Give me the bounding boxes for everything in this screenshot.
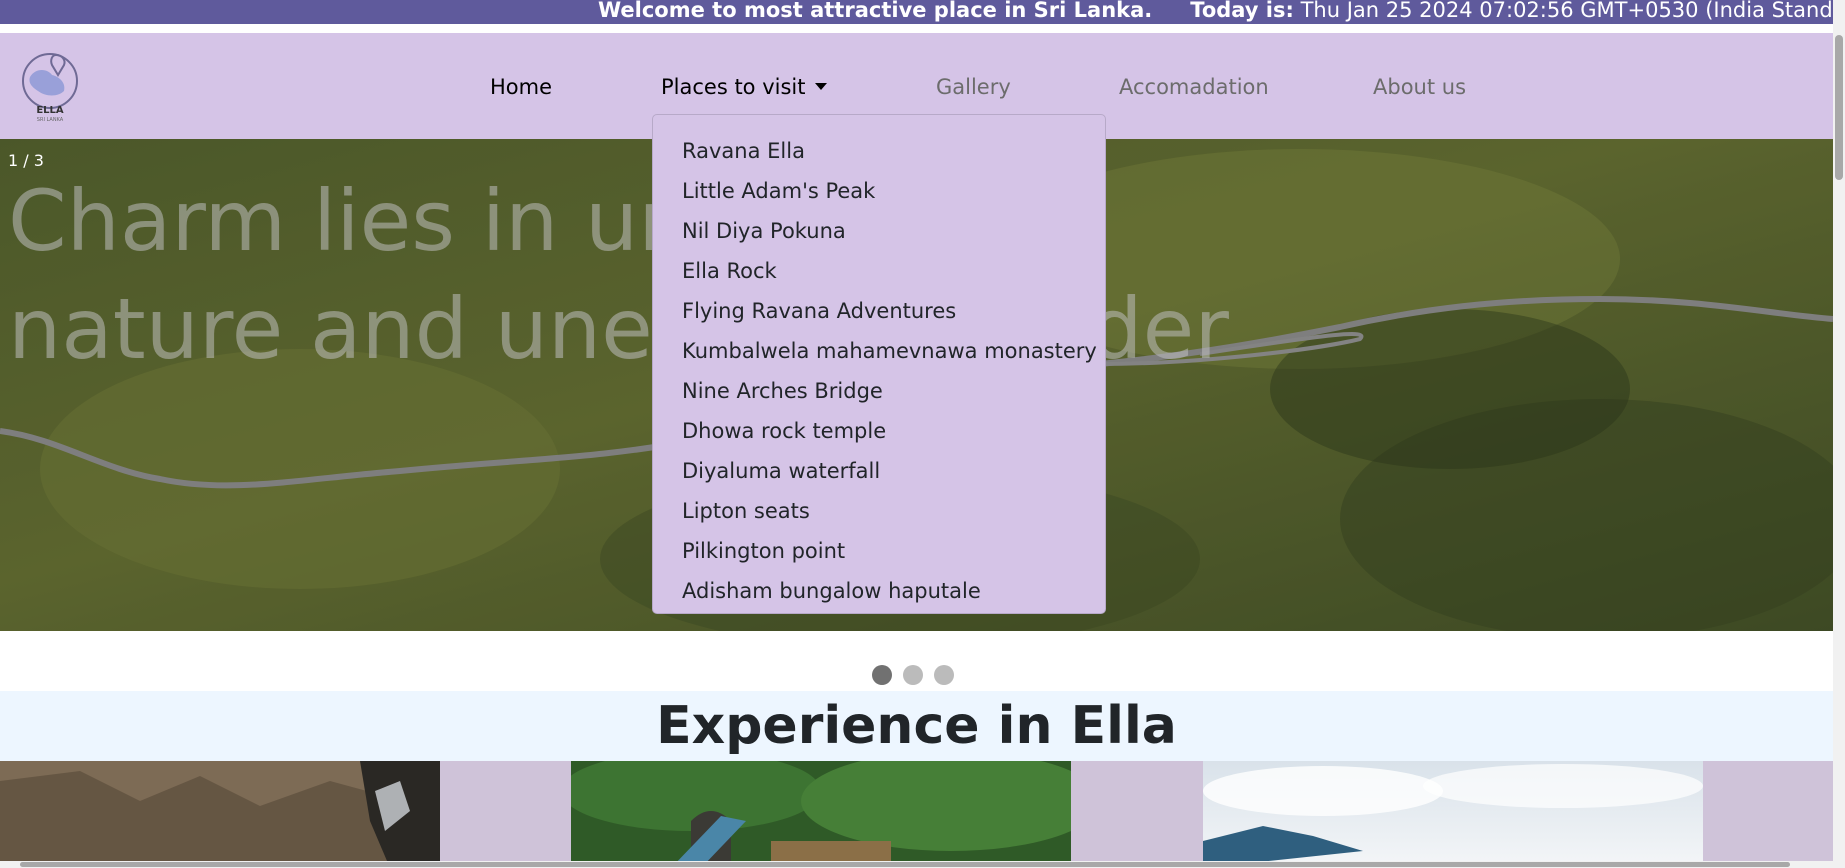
experience-title: Experience in Ella <box>656 696 1177 756</box>
ella-logo[interactable]: ELLA SRI LANKA <box>20 47 82 125</box>
dropdown-item-kumbalwela-monastery[interactable]: Kumbalwela mahamevnawa monastery <box>653 331 1105 371</box>
dropdown-item-flying-ravana[interactable]: Flying Ravana Adventures <box>653 291 1105 331</box>
dropdown-item-diyaluma-waterfall[interactable]: Diyaluma waterfall <box>653 451 1105 491</box>
vertical-scrollbar[interactable] <box>1833 0 1845 868</box>
horizontal-scrollbar[interactable] <box>0 861 1833 868</box>
experience-card-2[interactable] <box>561 761 1101 868</box>
nav-home[interactable]: Home <box>490 74 552 100</box>
welcome-ticker: Welcome to most attractive place in Sri … <box>0 0 1845 24</box>
mountain-sky-image <box>1203 761 1703 868</box>
slide-dot-1[interactable] <box>872 665 892 685</box>
nav-accommodation[interactable]: Accomadation <box>1119 74 1269 100</box>
slide-dot-2[interactable] <box>903 665 923 685</box>
dropdown-item-adisham-bungalow[interactable]: Adisham bungalow haputale <box>653 571 1105 611</box>
nav-about-us[interactable]: About us <box>1373 74 1466 100</box>
experience-card-3[interactable] <box>1203 761 1703 868</box>
experience-cards <box>0 761 1833 868</box>
experience-card-1[interactable] <box>0 761 440 868</box>
welcome-text: Welcome to most attractive place in Sri … <box>598 0 1153 22</box>
nav-places-to-visit[interactable]: Places to visit <box>661 74 828 100</box>
rock-image <box>0 761 440 868</box>
experience-section-header: Experience in Ella <box>0 691 1833 761</box>
dropdown-item-lipton-seats[interactable]: Lipton seats <box>653 491 1105 531</box>
nav-places-label: Places to visit <box>661 75 806 99</box>
train-tunnel-image <box>561 761 1101 868</box>
current-date-text: Thu Jan 25 2024 07:02:56 GMT+0530 (India… <box>1300 0 1845 22</box>
today-label: Today is: <box>1190 0 1294 22</box>
dropdown-item-nil-diya-pokuna[interactable]: Nil Diya Pokuna <box>653 211 1105 251</box>
logo-subtext: SRI LANKA <box>37 117 64 123</box>
slide-dot-3[interactable] <box>934 665 954 685</box>
horizontal-scroll-thumb[interactable] <box>20 862 1790 867</box>
dropdown-item-pilkington-point[interactable]: Pilkington point <box>653 531 1105 571</box>
dropdown-item-ella-rock[interactable]: Ella Rock <box>653 251 1105 291</box>
nav-gallery[interactable]: Gallery <box>936 74 1011 100</box>
vertical-scroll-thumb[interactable] <box>1835 35 1843 180</box>
caret-down-icon <box>815 83 828 90</box>
places-dropdown-menu: Ravana Ella Little Adam's Peak Nil Diya … <box>652 114 1106 614</box>
dropdown-item-dhowa-rock-temple[interactable]: Dhowa rock temple <box>653 411 1105 451</box>
dropdown-item-nine-arches-bridge[interactable]: Nine Arches Bridge <box>653 371 1105 411</box>
logo-text: ELLA <box>36 105 64 116</box>
dropdown-item-ravana-ella[interactable]: Ravana Ella <box>653 131 1105 171</box>
dropdown-item-little-adams-peak[interactable]: Little Adam's Peak <box>653 171 1105 211</box>
